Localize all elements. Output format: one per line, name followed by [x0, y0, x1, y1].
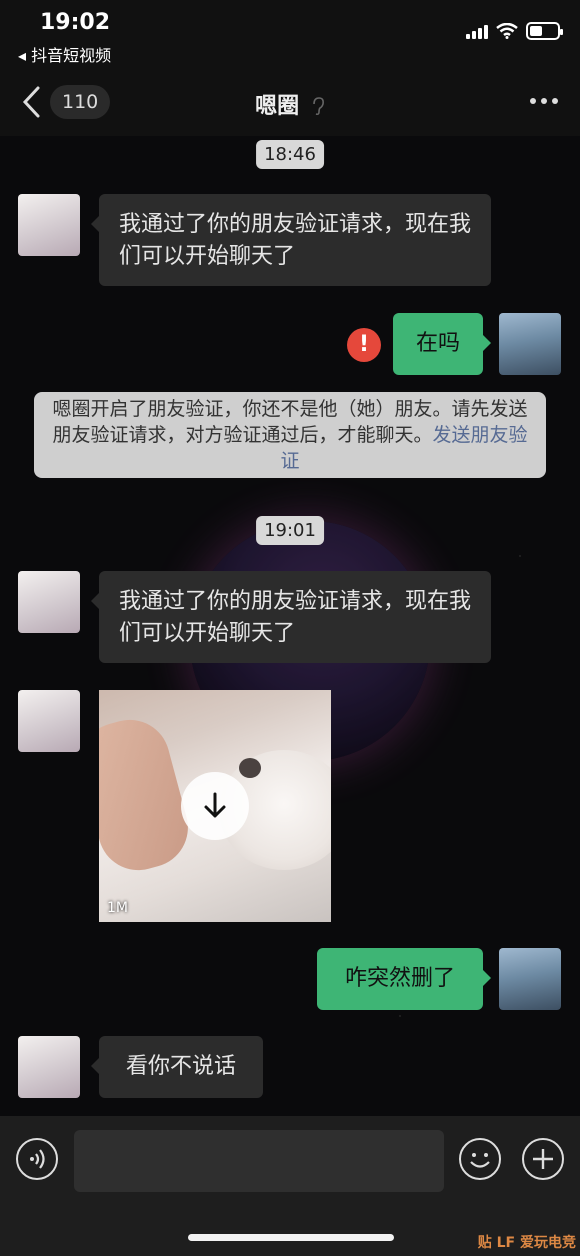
- chat-title: 嗯圈: [255, 94, 300, 119]
- status-icons: [466, 22, 563, 40]
- back-to-app-link[interactable]: ◂ 抖音短视频: [18, 42, 111, 66]
- contact-avatar[interactable]: [18, 690, 80, 752]
- contact-avatar[interactable]: [18, 1036, 80, 1098]
- contact-avatar[interactable]: [18, 571, 80, 633]
- voice-button[interactable]: [16, 1138, 58, 1180]
- chat-title-wrap: 嗯圈: [0, 88, 580, 120]
- message-bubble-received[interactable]: 看你不说话: [91, 1036, 263, 1098]
- message-bubble-received[interactable]: 我通过了你的朋友验证请求，现在我们可以开始聊天了: [91, 194, 491, 286]
- plus-icon: [533, 1149, 553, 1169]
- friend-verification-notice: 嗯圈开启了朋友验证，你还不是他（她）朋友。请先发送朋友验证请求，对方验证通过后，…: [34, 392, 546, 478]
- image-message[interactable]: 1M: [99, 690, 331, 922]
- wifi-icon: [496, 23, 518, 39]
- status-bar: 19:02 ◂ 抖音短视频: [0, 0, 580, 70]
- image-size-label: 1M: [107, 900, 128, 916]
- battery-level: [530, 26, 542, 36]
- home-indicator[interactable]: [188, 1234, 394, 1241]
- message-bubble-sent[interactable]: 咋突然删了: [317, 948, 491, 1010]
- emoji-button[interactable]: [459, 1138, 501, 1180]
- voice-icon: [30, 1149, 45, 1169]
- ear-icon: [313, 97, 324, 116]
- image-cat-eye: [239, 758, 261, 778]
- nav-bar: 110 嗯圈: [0, 70, 580, 136]
- send-failed-icon[interactable]: !: [347, 328, 381, 362]
- timestamp: 18:46: [256, 140, 324, 169]
- message-bubble-received[interactable]: 我通过了你的朋友验证请求，现在我们可以开始聊天了: [91, 571, 491, 663]
- emoji-icon: [470, 1153, 490, 1168]
- timestamp: 19:01: [256, 516, 324, 545]
- plus-button[interactable]: [522, 1138, 564, 1180]
- download-icon: [204, 792, 226, 818]
- watermark: 贴 LF 爱玩电竞: [477, 1235, 576, 1251]
- my-avatar[interactable]: [499, 948, 561, 1010]
- message-input[interactable]: [74, 1130, 444, 1192]
- status-time: 19:02: [40, 10, 111, 35]
- message-bubble-sent[interactable]: 在吗: [393, 313, 491, 375]
- contact-avatar[interactable]: [18, 194, 80, 256]
- signal-icon: [466, 23, 488, 39]
- battery-icon: [526, 22, 563, 40]
- download-button[interactable]: [181, 772, 249, 840]
- my-avatar[interactable]: [499, 313, 561, 375]
- more-icon[interactable]: [530, 98, 558, 104]
